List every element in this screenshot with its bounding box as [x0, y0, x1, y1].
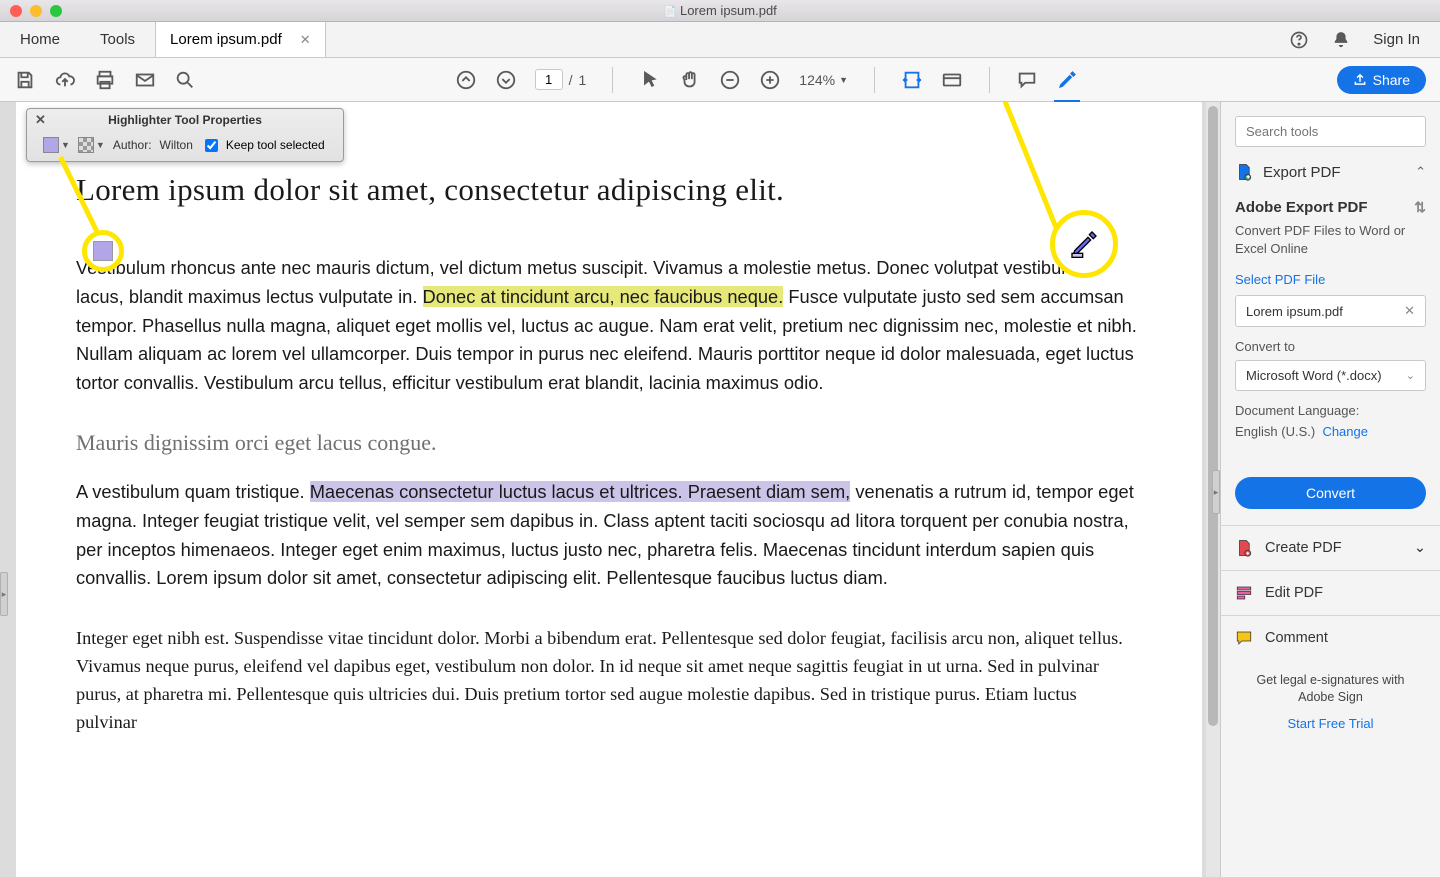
export-subtitle: Convert PDF Files to Word or Excel Onlin…: [1235, 222, 1426, 257]
highlight-purple[interactable]: Maecenas consectetur luctus lacus et ult…: [310, 481, 851, 502]
right-tools-panel: Export PDF ⌃ Adobe Export PDF ⇅ Convert …: [1220, 102, 1440, 877]
create-pdf-tool[interactable]: Create PDF ⌄: [1221, 525, 1440, 570]
export-pdf-label: Export PDF: [1263, 164, 1341, 181]
page-number-input[interactable]: [535, 69, 563, 90]
edit-pdf-tool[interactable]: Edit PDF: [1221, 570, 1440, 615]
page-total: 1: [579, 72, 587, 88]
edit-pdf-icon: [1235, 584, 1253, 602]
doc-language-label: Document Language:: [1235, 403, 1426, 418]
doc-language-value: English (U.S.): [1235, 424, 1315, 439]
change-language-link[interactable]: Change: [1322, 424, 1368, 439]
read-mode-icon[interactable]: [941, 69, 963, 91]
format-value: Microsoft Word (*.docx): [1246, 368, 1382, 383]
comment-tool[interactable]: Comment: [1221, 615, 1440, 660]
pdf-page: Lorem ipsum dolor sit amet, consectetur …: [16, 102, 1202, 877]
doc-paragraph-3: Integer eget nibh est. Suspendisse vitae…: [76, 625, 1142, 736]
close-tab-icon[interactable]: ✕: [300, 32, 311, 48]
export-pdf-section-header[interactable]: Export PDF ⌃: [1235, 163, 1426, 181]
tools-tab[interactable]: Tools: [80, 22, 155, 57]
keep-tool-label: Keep tool selected: [226, 138, 325, 152]
highlight-yellow[interactable]: Donec at tincidunt arcu, nec faucibus ne…: [423, 286, 784, 307]
print-icon[interactable]: [94, 69, 116, 91]
highlighter-tool-icon[interactable]: [1056, 69, 1078, 91]
convert-to-label: Convert to: [1235, 339, 1426, 354]
export-settings-icon[interactable]: ⇅: [1414, 199, 1426, 216]
save-icon[interactable]: [14, 69, 36, 91]
chevron-down-icon: ⌄: [1414, 540, 1426, 556]
fit-width-icon[interactable]: [901, 69, 923, 91]
author-label: Author:: [113, 138, 152, 152]
callout-circle-swatch: [82, 230, 124, 272]
page-up-icon[interactable]: [455, 69, 477, 91]
export-pdf-icon: [1235, 163, 1253, 181]
doc-heading-2: Mauris dignissim orci eget lacus congue.: [76, 430, 1142, 456]
cloud-upload-icon[interactable]: [54, 69, 76, 91]
zoom-out-icon[interactable]: [719, 69, 741, 91]
select-pdf-file-link[interactable]: Select PDF File: [1235, 272, 1325, 287]
highlighter-properties-panel[interactable]: Highlighter Tool Properties ✕ ▼ ▼ Author…: [26, 108, 344, 162]
format-select[interactable]: Microsoft Word (*.docx) ⌄: [1235, 360, 1426, 391]
document-viewport: Lorem ipsum dolor sit amet, consectetur …: [0, 102, 1220, 877]
chevron-up-icon: ⌃: [1415, 164, 1426, 180]
macos-titlebar: Lorem ipsum.pdf: [0, 0, 1440, 22]
scrollbar-thumb[interactable]: [1208, 106, 1218, 726]
chevron-down-icon: ⌄: [1406, 369, 1415, 382]
convert-button[interactable]: Convert: [1235, 477, 1426, 509]
document-tab-label: Lorem ipsum.pdf: [170, 31, 282, 48]
right-panel-handle[interactable]: ▸: [1212, 470, 1220, 514]
close-panel-icon[interactable]: ✕: [35, 112, 46, 128]
clear-file-icon[interactable]: ✕: [1404, 303, 1415, 319]
create-pdf-icon: [1235, 539, 1253, 557]
find-icon[interactable]: [174, 69, 196, 91]
left-panel-handle[interactable]: ▸: [0, 572, 8, 616]
main-toolbar: / 1 124% ▼ Share: [0, 58, 1440, 102]
doc-paragraph-2: A vestibulum quam tristique. Maecenas co…: [76, 478, 1142, 593]
selection-tool-icon[interactable]: [639, 69, 661, 91]
home-tab[interactable]: Home: [0, 22, 80, 57]
app-tabs-row: Home Tools Lorem ipsum.pdf ✕ Sign In: [0, 22, 1440, 58]
selected-file-name: Lorem ipsum.pdf: [1246, 304, 1343, 319]
document-tab[interactable]: Lorem ipsum.pdf ✕: [155, 22, 326, 57]
page-down-icon[interactable]: [495, 69, 517, 91]
keep-tool-checkbox[interactable]: [205, 139, 218, 152]
comment-icon[interactable]: [1016, 69, 1038, 91]
hand-tool-icon[interactable]: [679, 69, 701, 91]
comment-tool-icon: [1235, 629, 1253, 647]
color-swatch[interactable]: ▼: [43, 137, 70, 153]
share-button-label: Share: [1373, 72, 1410, 88]
window-title: Lorem ipsum.pdf: [0, 3, 1440, 18]
search-tools-input[interactable]: [1235, 116, 1426, 147]
page-separator: /: [569, 72, 573, 88]
doc-heading-1: Lorem ipsum dolor sit amet, consectetur …: [76, 172, 1142, 208]
share-button[interactable]: Share: [1337, 66, 1426, 94]
author-value: Wilton: [160, 138, 193, 152]
callout-circle-highlighter: [1050, 210, 1118, 278]
zoom-level[interactable]: 124% ▼: [799, 72, 848, 88]
esign-promo: Get legal e-signatures with Adobe Sign: [1221, 660, 1440, 708]
help-icon[interactable]: [1289, 30, 1309, 50]
page-indicator: / 1: [535, 69, 587, 90]
zoom-in-icon[interactable]: [759, 69, 781, 91]
sign-in-link[interactable]: Sign In: [1373, 31, 1420, 48]
email-icon[interactable]: [134, 69, 156, 91]
doc-paragraph-1: Vestibulum rhoncus ante nec mauris dictu…: [76, 254, 1142, 398]
notifications-icon[interactable]: [1331, 30, 1351, 50]
panel-title: Highlighter Tool Properties: [27, 109, 343, 131]
export-title: Adobe Export PDF: [1235, 199, 1368, 216]
selected-file-box[interactable]: Lorem ipsum.pdf ✕: [1235, 295, 1426, 327]
start-free-trial-link[interactable]: Start Free Trial: [1221, 708, 1440, 747]
opacity-swatch[interactable]: ▼: [78, 137, 105, 153]
